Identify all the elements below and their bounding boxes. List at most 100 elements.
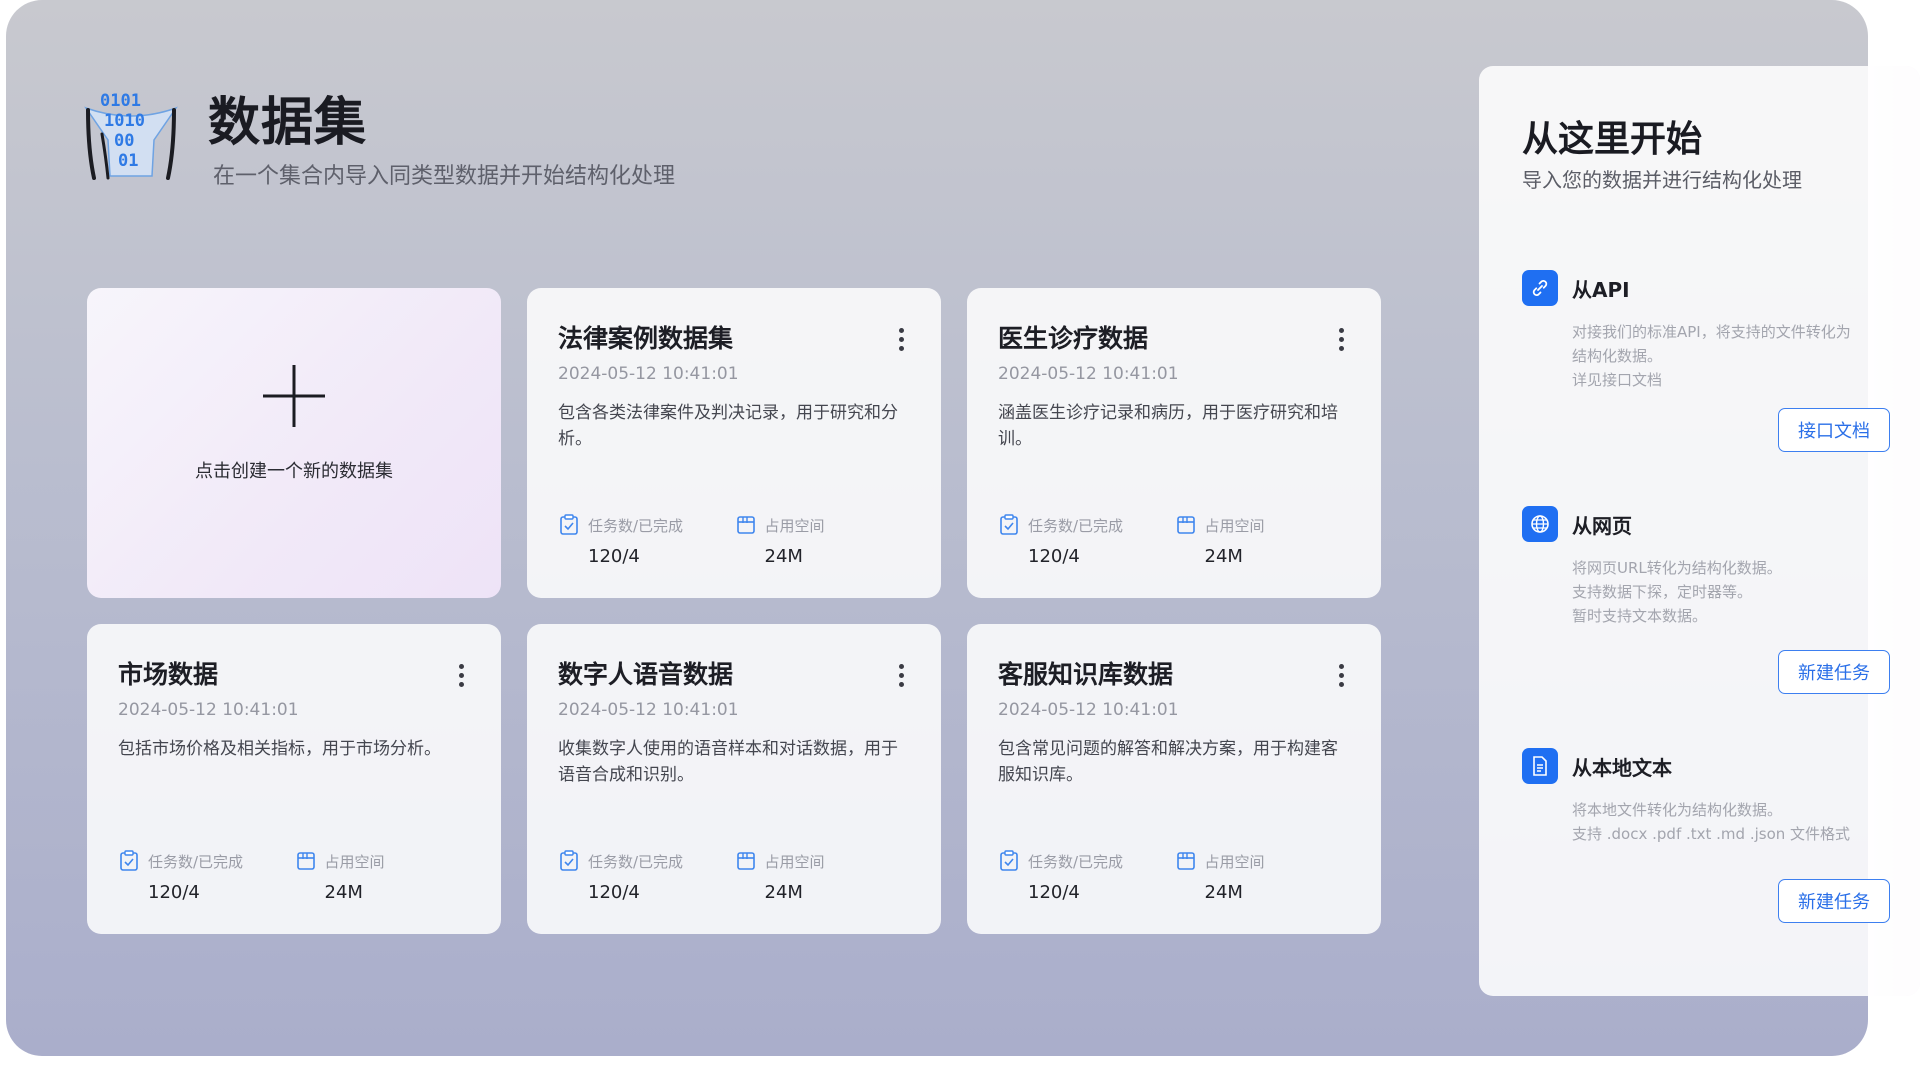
dataset-description: 包含各类法律案件及判决记录，用于研究和分析。 [558, 403, 898, 449]
source-name: 从本地文本 [1572, 755, 1672, 780]
new-local-task-button[interactable]: 新建任务 [1778, 879, 1890, 923]
api-docs-button[interactable]: 接口文档 [1778, 408, 1890, 452]
task-list-icon [1000, 850, 1018, 871]
space-stat: 占用空间 24M [1175, 850, 1352, 903]
task-list-icon [1000, 514, 1018, 535]
space-label: 占用空间 [324, 852, 385, 871]
dataset-date: 2024-05-12 10:41:01 [998, 364, 1179, 384]
dataset-date: 2024-05-12 10:41:01 [558, 700, 739, 720]
more-menu-icon[interactable] [891, 662, 911, 688]
space-label: 占用空间 [764, 516, 825, 535]
space-label: 占用空间 [1204, 852, 1265, 871]
new-web-task-button[interactable]: 新建任务 [1778, 650, 1890, 694]
space-stat: 占用空间 24M [1175, 514, 1352, 567]
dataset-title: 客服知识库数据 [998, 660, 1174, 689]
tasks-stat: 任务数/已完成 120/4 [998, 850, 1175, 903]
plus-icon [263, 365, 325, 427]
space-value: 24M [324, 882, 363, 903]
getting-started-panel: 从这里开始 导入您的数据并进行结构化处理 从API 对接我们的标准API，将支持… [1479, 66, 1920, 996]
tasks-stat: 任务数/已完成 120/4 [558, 850, 735, 903]
source-description: 支持 .docx .pdf .txt .md .json 文件格式 [1572, 825, 1851, 843]
svg-text:1010: 1010 [104, 111, 145, 131]
dataset-card[interactable]: 法律案例数据集 2024-05-12 10:41:01 包含各类法律案件及判决记… [527, 288, 941, 598]
storage-icon [1176, 516, 1195, 534]
dataset-card[interactable]: 数字人语音数据 2024-05-12 10:41:01 收集数字人使用的语音样本… [527, 624, 941, 934]
dataset-stats: 任务数/已完成 120/4 占用空间 24M [118, 850, 471, 903]
dataset-description: 收集数字人使用的语音样本和对话数据，用于语音合成和识别。 [558, 739, 898, 785]
source-description: 将网页URL转化为结构化数据。 [1572, 559, 1782, 577]
dataset-date: 2024-05-12 10:41:01 [118, 700, 299, 720]
document-icon [1522, 748, 1558, 784]
space-stat: 占用空间 24M [295, 850, 472, 903]
dataset-card[interactable]: 医生诊疗数据 2024-05-12 10:41:01 涵盖医生诊疗记录和病历，用… [967, 288, 1381, 598]
task-list-icon [560, 850, 578, 871]
tasks-value: 120/4 [148, 882, 200, 903]
tasks-value: 120/4 [588, 882, 640, 903]
dataset-stats: 任务数/已完成 120/4 占用空间 24M [558, 514, 911, 567]
source-description: 结构化数据。 [1572, 347, 1663, 365]
space-label: 占用空间 [1204, 516, 1265, 535]
task-list-icon [560, 514, 578, 535]
tasks-label: 任务数/已完成 [1028, 852, 1124, 871]
create-dataset-card[interactable]: 点击创建一个新的数据集 [87, 288, 501, 598]
more-menu-icon[interactable] [891, 326, 911, 352]
dataset-title: 医生诊疗数据 [998, 324, 1149, 353]
storage-icon [1176, 852, 1195, 870]
dataset-date: 2024-05-12 10:41:01 [998, 700, 1179, 720]
source-local-text: 从本地文本 将本地文件转化为结构化数据。 支持 .docx .pdf .txt … [1522, 748, 1882, 846]
tasks-label: 任务数/已完成 [588, 852, 684, 871]
dataset-title: 法律案例数据集 [558, 324, 734, 353]
dataset-description: 包括市场价格及相关指标，用于市场分析。 [118, 739, 441, 759]
storage-icon [736, 516, 755, 534]
tasks-value: 120/4 [1028, 882, 1080, 903]
tasks-label: 任务数/已完成 [588, 516, 684, 535]
more-menu-icon[interactable] [1331, 662, 1351, 688]
space-stat: 占用空间 24M [735, 850, 912, 903]
dataset-description: 涵盖医生诊疗记录和病历，用于医疗研究和培训。 [998, 403, 1338, 449]
space-stat: 占用空间 24M [735, 514, 912, 567]
dataset-card[interactable]: 客服知识库数据 2024-05-12 10:41:01 包含常见问题的解答和解决… [967, 624, 1381, 934]
space-value: 24M [764, 546, 803, 567]
tasks-stat: 任务数/已完成 120/4 [558, 514, 735, 567]
svg-text:00: 00 [114, 131, 134, 151]
task-list-icon [120, 850, 138, 871]
dataset-card[interactable]: 市场数据 2024-05-12 10:41:01 包括市场价格及相关指标，用于市… [87, 624, 501, 934]
more-menu-icon[interactable] [1331, 326, 1351, 352]
tasks-label: 任务数/已完成 [1028, 516, 1124, 535]
tasks-value: 120/4 [588, 546, 640, 567]
source-description: 支持数据下探，定时器等。 [1572, 583, 1753, 601]
tasks-label: 任务数/已完成 [148, 852, 244, 871]
dataset-description: 包含常见问题的解答和解决方案，用于构建客服知识库。 [998, 739, 1338, 785]
link-icon [1522, 270, 1558, 306]
dataset-title: 市场数据 [118, 660, 219, 689]
source-description: 对接我们的标准API，将支持的文件转化为 [1572, 323, 1851, 341]
tasks-value: 120/4 [1028, 546, 1080, 567]
dataset-title: 数字人语音数据 [558, 660, 734, 689]
storage-icon [736, 852, 755, 870]
dataset-stats: 任务数/已完成 120/4 占用空间 24M [998, 514, 1351, 567]
dataset-date: 2024-05-12 10:41:01 [558, 364, 739, 384]
source-name: 从API [1572, 277, 1630, 302]
space-label: 占用空间 [764, 852, 825, 871]
binary-funnel-icon: 0101 1010 00 01 [84, 91, 178, 180]
source-api: 从API 对接我们的标准API，将支持的文件转化为 结构化数据。 详见接口文档 [1522, 270, 1882, 392]
space-value: 24M [764, 882, 803, 903]
dataset-stats: 任务数/已完成 120/4 占用空间 24M [558, 850, 911, 903]
source-name: 从网页 [1572, 513, 1632, 538]
space-value: 24M [1204, 546, 1243, 567]
page-subtitle: 在一个集合内导入同类型数据并开始结构化处理 [213, 164, 676, 189]
globe-icon [1522, 506, 1558, 542]
create-dataset-label: 点击创建一个新的数据集 [195, 461, 393, 482]
svg-text:01: 01 [118, 151, 138, 171]
source-webpage: 从网页 将网页URL转化为结构化数据。 支持数据下探，定时器等。 暂时支持文本数… [1522, 506, 1882, 628]
source-description: 详见接口文档 [1572, 371, 1663, 389]
panel-subtitle: 导入您的数据并进行结构化处理 [1522, 168, 1802, 192]
tasks-stat: 任务数/已完成 120/4 [118, 850, 295, 903]
panel-title: 从这里开始 [1522, 119, 1703, 160]
storage-icon [296, 852, 315, 870]
space-value: 24M [1204, 882, 1243, 903]
source-description: 暂时支持文本数据。 [1572, 607, 1708, 625]
more-menu-icon[interactable] [451, 662, 471, 688]
source-description: 将本地文件转化为结构化数据。 [1572, 801, 1783, 819]
tasks-stat: 任务数/已完成 120/4 [998, 514, 1175, 567]
